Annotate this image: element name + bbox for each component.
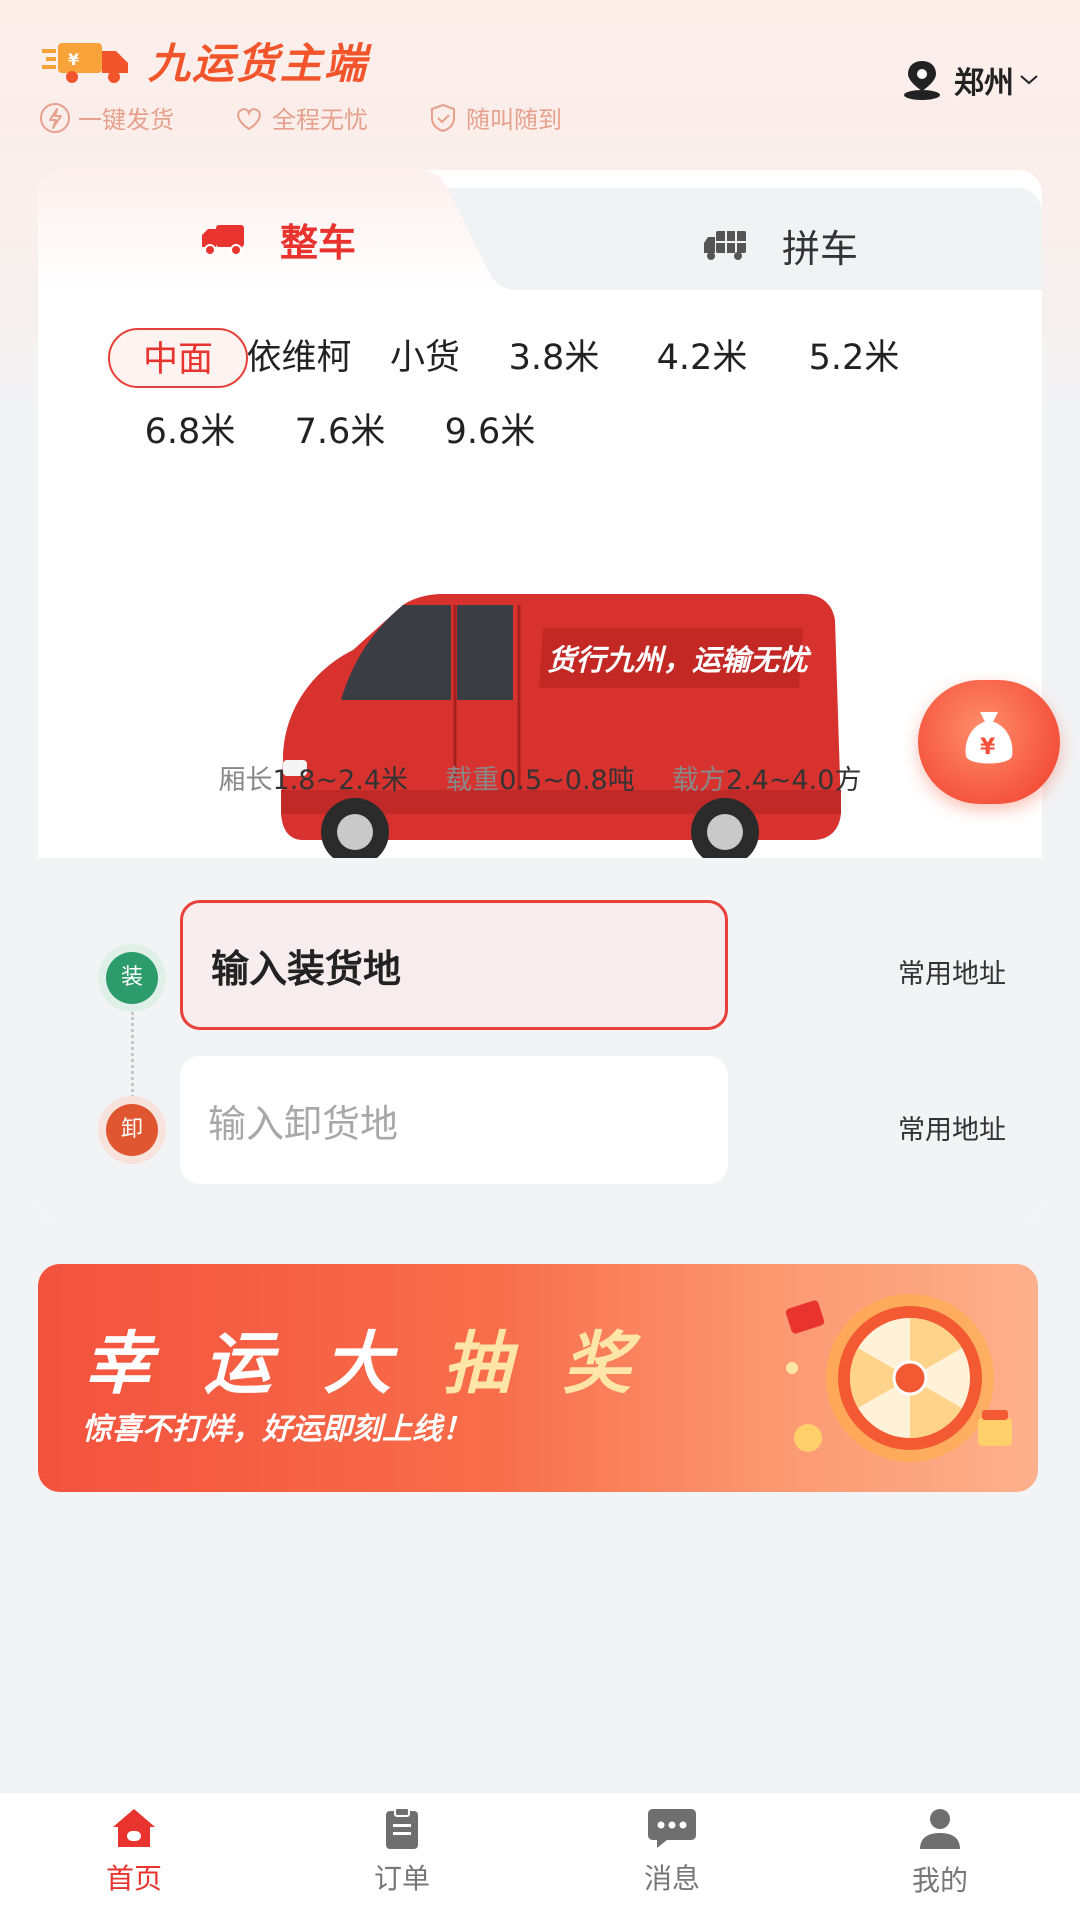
common-address-link-load[interactable]: 常用地址 bbox=[898, 952, 1006, 991]
volume-label: 载方 bbox=[671, 765, 726, 796]
vehicle-specs: 厢长1.8~2.4米 载重0.5~0.8吨 载方2.4~4.0方 bbox=[38, 758, 1042, 797]
nav-orders[interactable]: 订单 bbox=[342, 1807, 462, 1897]
chat-icon bbox=[648, 1809, 696, 1848]
van-image: 货行九州，运输无忧 bbox=[253, 594, 853, 886]
prize-wheel-icon bbox=[785, 1294, 1012, 1462]
nav-label: 我的 bbox=[911, 1864, 968, 1897]
svg-text:¥: ¥ bbox=[980, 735, 996, 760]
shield-check-icon bbox=[431, 103, 455, 132]
money-bag-icon: ¥ bbox=[965, 712, 1013, 764]
nav-messages[interactable]: 消息 bbox=[612, 1807, 732, 1897]
clipboard-icon bbox=[386, 1807, 418, 1849]
lottery-banner[interactable]: 幸 运 大 抽 奖 惊喜不打烊，好运即刻上线！ bbox=[38, 1264, 1038, 1492]
vehicle-chip[interactable]: 4.2米 bbox=[640, 328, 764, 388]
feature-label: 全程无忧 bbox=[272, 106, 368, 134]
vehicle-chip[interactable]: 6.8米 bbox=[128, 402, 252, 462]
order-card: 整车 拼车 中面 依维柯 小货 3.8米 4.2米 5.2米 6.8米 7.6米… bbox=[38, 170, 1042, 1226]
nav-home[interactable]: 首页 bbox=[74, 1807, 194, 1897]
vehicle-chip-selected[interactable]: 中面 bbox=[108, 328, 248, 388]
unload-address-input[interactable]: 输入卸货地 bbox=[180, 1056, 728, 1184]
van-slogan: 货行九州，运输无忧 bbox=[547, 643, 812, 677]
location-pin-icon bbox=[904, 61, 940, 100]
feature-label: 一键发货 bbox=[78, 106, 174, 134]
nav-profile[interactable]: 我的 bbox=[880, 1807, 1000, 1899]
svg-text:¥: ¥ bbox=[68, 50, 79, 69]
load-address-input[interactable]: 输入装货地 bbox=[180, 900, 728, 1030]
length-value: 1.8~2.4米 bbox=[272, 765, 409, 796]
weight-label: 载重 bbox=[445, 765, 500, 796]
route-dotted-line bbox=[131, 1012, 134, 1098]
home-icon bbox=[113, 1809, 155, 1847]
feature-item: 一键发货 bbox=[38, 100, 174, 135]
vehicle-chip[interactable]: 小货 bbox=[370, 328, 480, 388]
nav-label: 订单 bbox=[373, 1862, 430, 1895]
chevron-down-icon bbox=[1020, 75, 1038, 85]
city-name: 郑州 bbox=[954, 66, 1014, 101]
nav-label: 消息 bbox=[643, 1862, 700, 1895]
truck-logo-icon: ¥ bbox=[42, 42, 128, 83]
vehicle-chip[interactable]: 3.8米 bbox=[492, 328, 616, 388]
nav-label: 首页 bbox=[105, 1862, 162, 1895]
load-tag: 装 bbox=[106, 952, 158, 1004]
tab-label: 整车 bbox=[280, 221, 357, 265]
vehicle-chip[interactable]: 5.2米 bbox=[792, 328, 916, 388]
tab-whole-truck[interactable]: 整车 bbox=[200, 212, 356, 267]
feature-list: 一键发货 全程无忧 随叫随到 bbox=[38, 100, 620, 135]
vehicle-chip[interactable]: 9.6米 bbox=[428, 402, 552, 462]
lightning-icon bbox=[40, 102, 70, 133]
money-bag-button[interactable]: ¥ bbox=[918, 680, 1060, 804]
address-section: 装 卸 输入装货地 输入卸货地 常用地址 常用地址 bbox=[38, 858, 1042, 1226]
volume-value: 2.4~4.0方 bbox=[725, 765, 862, 796]
truck-mode-tabs: 整车 拼车 bbox=[38, 170, 1042, 290]
common-address-link-unload[interactable]: 常用地址 bbox=[898, 1108, 1006, 1147]
heart-icon bbox=[237, 107, 261, 130]
banner-title: 幸 运 大 抽 奖 bbox=[84, 1325, 645, 1404]
vehicle-chip[interactable]: 7.6米 bbox=[278, 402, 402, 462]
length-label: 厢长 bbox=[218, 765, 273, 796]
banner-subtitle: 惊喜不打烊，好运即刻上线！ bbox=[82, 1412, 472, 1447]
bottom-nav: 首页 订单 消息 我的 bbox=[0, 1792, 1080, 1920]
user-icon bbox=[920, 1809, 960, 1849]
tab-label: 拼车 bbox=[782, 227, 859, 271]
app-name: 九运货主端 bbox=[148, 39, 369, 88]
city-selector[interactable]: 郑州 bbox=[900, 58, 1040, 102]
feature-item: 全程无忧 bbox=[232, 100, 368, 135]
vehicle-chip[interactable]: 依维柯 bbox=[234, 328, 364, 388]
cargo-truck-icon bbox=[704, 230, 746, 260]
tab-shared-truck[interactable]: 拼车 bbox=[702, 218, 858, 273]
app-logo: ¥ 九运货主端 bbox=[40, 30, 368, 91]
unload-tag: 卸 bbox=[106, 1104, 158, 1156]
feature-label: 随叫随到 bbox=[466, 106, 562, 134]
header: ¥ 九运货主端 一键发货 全程无忧 随叫随到 郑州 bbox=[0, 0, 1080, 160]
truck-icon bbox=[202, 224, 244, 256]
weight-value: 0.5~0.8吨 bbox=[499, 765, 635, 796]
feature-item: 随叫随到 bbox=[426, 100, 562, 135]
